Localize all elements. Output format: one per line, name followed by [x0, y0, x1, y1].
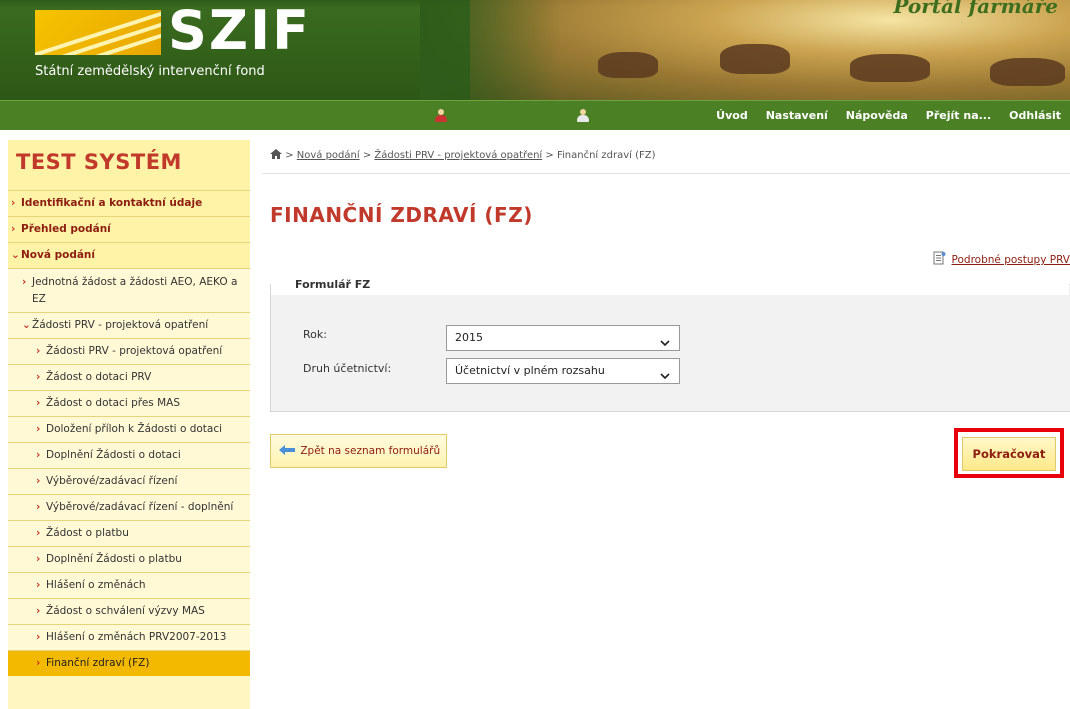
sidebar-item-change-report-prv2007[interactable]: › Hlášení o změnách PRV2007-2013: [8, 624, 250, 650]
chevron-right-icon: ›: [36, 371, 41, 383]
document-icon: [933, 251, 946, 265]
sidebar-item-grant-supplement[interactable]: › Doplnění Žádosti o dotaci: [8, 442, 250, 468]
accounting-type-select[interactable]: Účetnictví v plném rozsahu: [446, 358, 680, 384]
cow-silhouette: [598, 52, 658, 78]
breadcrumb: > Nová podání > Žádosti PRV - projektová…: [270, 148, 656, 161]
sidebar-item-prv-project-measures[interactable]: ⌄ Žádosti PRV - projektová opatření: [8, 312, 250, 338]
breadcrumb-link-prv-project-measures[interactable]: Žádosti PRV - projektová opatření: [374, 150, 542, 161]
sidebar-item-new-submissions[interactable]: ⌄ Nová podání: [8, 242, 250, 268]
nav-item-help[interactable]: Nápověda: [837, 101, 917, 131]
chevron-right-icon: ›: [36, 501, 41, 513]
sidebar-item-change-report[interactable]: › Hlášení o změnách: [8, 572, 250, 598]
sidebar-item-submissions-overview[interactable]: › Přehled podání: [8, 216, 250, 242]
chevron-down-icon: [660, 333, 670, 347]
arrow-left-icon: [279, 436, 295, 455]
chevron-down-icon: ⌄: [11, 249, 20, 261]
cow-silhouette: [720, 44, 790, 74]
logo-subtitle: Státní zemědělský intervenční fond: [35, 64, 265, 79]
sidebar-item-mas-call-approval[interactable]: › Žádost o schválení výzvy MAS: [8, 598, 250, 624]
cow-silhouette: [850, 54, 930, 82]
chevron-right-icon: ›: [36, 423, 41, 435]
portal-title: Portál farmáře: [893, 0, 1058, 18]
page-title: FINANČNÍ ZDRAVÍ (FZ): [270, 203, 533, 227]
sidebar-item-tender-supplement[interactable]: › Výběrové/zadávací řízení - doplnění: [8, 494, 250, 520]
sidebar-item-identification[interactable]: › Identifikační a kontaktní údaje: [8, 190, 250, 216]
year-select[interactable]: 2015: [446, 325, 680, 351]
chevron-right-icon: ›: [36, 449, 41, 461]
nav-menu: Úvod Nastavení Nápověda Přejít na... Odh…: [707, 101, 1070, 131]
header-banner: SZIF Státní zemědělský intervenční fond …: [0, 0, 1070, 100]
year-label: Rok:: [303, 328, 327, 341]
chevron-right-icon: ›: [36, 475, 41, 487]
chevron-right-icon: ›: [36, 657, 41, 669]
cow-silhouette: [990, 58, 1065, 86]
guide-link[interactable]: Podrobné postupy PRV: [933, 249, 1070, 266]
chevron-right-icon: ›: [36, 605, 41, 617]
chevron-right-icon: ›: [36, 631, 41, 643]
szif-logo-mark: [35, 10, 161, 55]
sidebar-item-prv-grant-application[interactable]: › Žádost o dotaci PRV: [8, 364, 250, 390]
nav-item-logout[interactable]: Odhlásit: [1000, 101, 1070, 131]
chevron-down-icon: [660, 366, 670, 380]
chevron-right-icon: ›: [36, 397, 41, 409]
user-icon[interactable]: [434, 109, 448, 123]
sidebar-item-prv-applications[interactable]: › Žádosti PRV - projektová opatření: [8, 338, 250, 364]
sidebar-item-financial-health[interactable]: › Finanční zdraví (FZ): [8, 650, 250, 676]
chevron-right-icon: ›: [36, 345, 41, 357]
chevron-right-icon: ›: [36, 553, 41, 565]
chevron-right-icon: ›: [36, 527, 41, 539]
sidebar: TEST SYSTÉM › Identifikační a kontaktní …: [8, 140, 250, 709]
breadcrumb-current: Finanční zdraví (FZ): [556, 150, 656, 161]
user-icon[interactable]: [576, 109, 590, 123]
home-icon[interactable]: [270, 149, 282, 159]
breadcrumb-divider: [262, 173, 1070, 174]
back-to-forms-button[interactable]: Zpět na seznam formulářů: [270, 434, 447, 468]
nav-item-settings[interactable]: Nastavení: [757, 101, 837, 131]
sidebar-item-payment-request[interactable]: › Žádost o platbu: [8, 520, 250, 546]
sidebar-item-tender-procedure[interactable]: › Výběrové/zadávací řízení: [8, 468, 250, 494]
logo-text: SZIF: [168, 0, 312, 62]
sidebar-item-payment-supplement[interactable]: › Doplnění Žádosti o platbu: [8, 546, 250, 572]
accounting-type-label: Druh účetnictví:: [303, 362, 392, 375]
chevron-down-icon: ⌄: [22, 319, 31, 331]
chevron-right-icon: ›: [22, 276, 27, 288]
sidebar-item-mas-grant-application[interactable]: › Žádost o dotaci přes MAS: [8, 390, 250, 416]
top-nav-bar: Úvod Nastavení Nápověda Přejít na... Odh…: [0, 100, 1070, 130]
chevron-right-icon: ›: [11, 197, 16, 209]
chevron-right-icon: ›: [11, 223, 16, 235]
sidebar-item-single-application[interactable]: › Jednotná žádost a žádosti AEO, AEKO a …: [8, 268, 250, 312]
sidebar-title: TEST SYSTÉM: [8, 140, 250, 190]
chevron-right-icon: ›: [36, 579, 41, 591]
sidebar-item-attachments[interactable]: › Doložení příloh k Žádosti o dotaci: [8, 416, 250, 442]
form-legend: Formulář FZ: [285, 277, 377, 293]
breadcrumb-link-new-submissions[interactable]: Nová podání: [297, 150, 360, 161]
nav-item-home[interactable]: Úvod: [707, 101, 757, 131]
continue-button[interactable]: Pokračovat: [962, 437, 1056, 471]
nav-item-go-to[interactable]: Přejít na...: [917, 101, 1000, 131]
